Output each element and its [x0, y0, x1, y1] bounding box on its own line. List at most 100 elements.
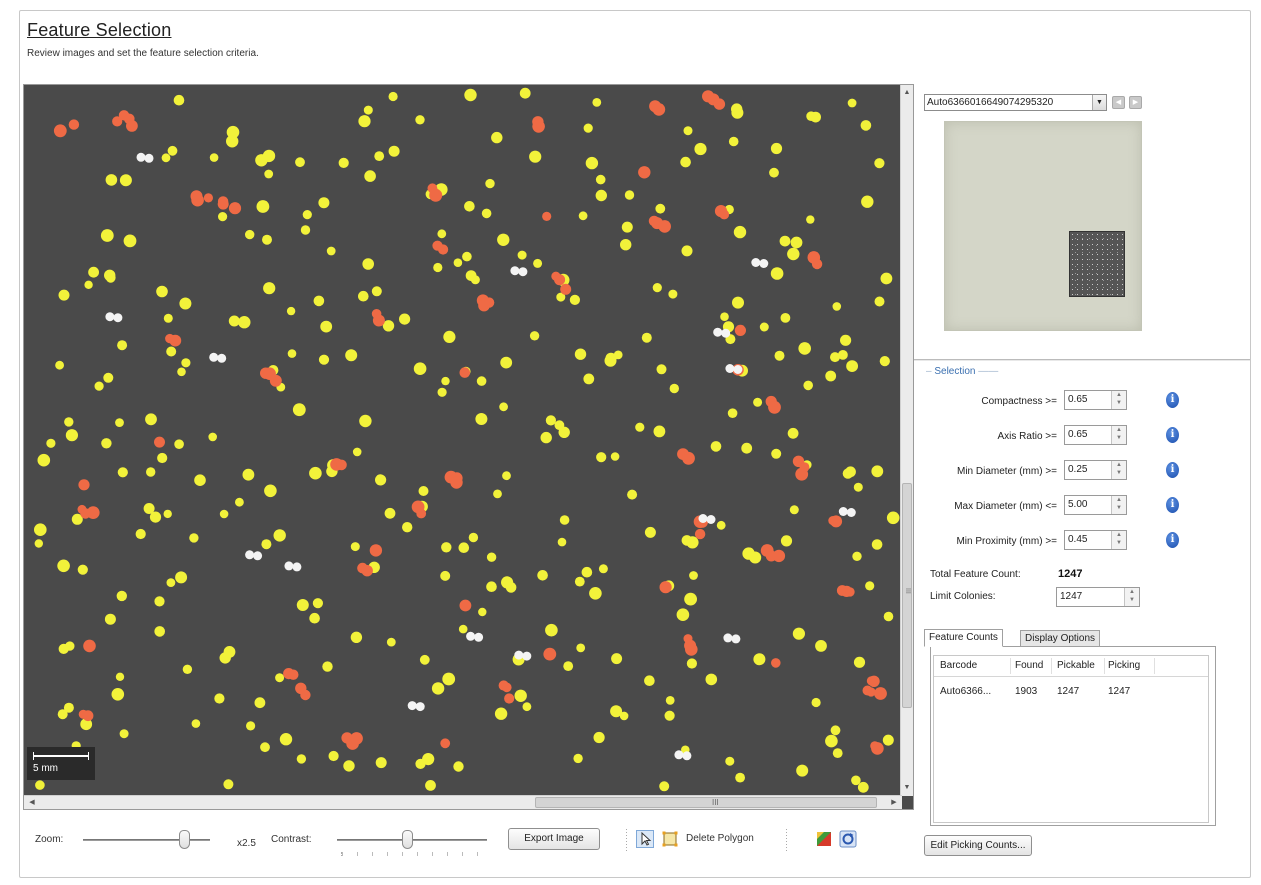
colony-rejected: [154, 436, 165, 448]
vertical-scroll-grip: III: [904, 588, 911, 594]
colony-selected: [191, 719, 201, 728]
table-cell-picking[interactable]: 1247: [1108, 686, 1130, 697]
colony-rejected: [361, 565, 373, 577]
colony-selected: [874, 158, 885, 169]
colony-selected: [465, 270, 477, 281]
limit-colonies-spinner[interactable]: 1247 ▲ ▼: [1056, 587, 1140, 607]
polygon-icon[interactable]: [661, 830, 679, 848]
colony-selected: [371, 286, 382, 297]
colony-selected: [362, 258, 375, 270]
page-title: Feature Selection: [27, 20, 172, 40]
column-header-pickable[interactable]: Pickable: [1057, 660, 1095, 671]
colony-excluded: [144, 153, 154, 163]
max-diameter-value: 5.00: [1068, 499, 1088, 510]
scroll-up-arrow-icon[interactable]: ▲: [901, 87, 913, 99]
spinner-arrows-icon[interactable]: ▲ ▼: [1124, 588, 1139, 606]
max-diameter-spinner[interactable]: 5.00 ▲ ▼: [1064, 495, 1127, 515]
table-cell-found[interactable]: 1903: [1015, 686, 1037, 697]
colony-selected: [652, 283, 662, 293]
spinner-arrows-icon[interactable]: ▲ ▼: [1111, 461, 1126, 479]
tab-feature-counts[interactable]: Feature Counts: [924, 629, 1003, 647]
colony-rejected: [638, 166, 651, 179]
spinner-arrows-icon[interactable]: ▲ ▼: [1111, 426, 1126, 444]
colony-selected: [569, 294, 581, 305]
colony-selected: [181, 358, 191, 368]
colony-selected: [363, 105, 373, 115]
colony-selected: [611, 653, 623, 665]
image-select-dropdown[interactable]: Auto6366016649074295320 ▼: [924, 94, 1107, 111]
scroll-left-arrow-icon[interactable]: ◀: [26, 796, 38, 809]
color-map-icon[interactable]: [815, 830, 833, 848]
colony-selected: [852, 551, 862, 561]
axis-ratio-spinner[interactable]: 0.65 ▲ ▼: [1064, 425, 1127, 445]
column-header-barcode[interactable]: Barcode: [940, 660, 977, 671]
vertical-scrollbar[interactable]: ▲ III ▼: [900, 85, 913, 796]
colony-excluded: [759, 259, 769, 268]
image-viewer[interactable]: ▲ III ▼ ◀ III ▶: [23, 84, 914, 810]
vertical-scroll-thumb[interactable]: [902, 483, 912, 708]
colony-selected: [825, 734, 838, 748]
min-proximity-value: 0.45: [1068, 534, 1088, 545]
scroll-down-arrow-icon[interactable]: ▼: [901, 782, 913, 794]
edit-picking-counts-button[interactable]: Edit Picking Counts...: [924, 835, 1032, 856]
min-diameter-spinner[interactable]: 0.25 ▲ ▼: [1064, 460, 1127, 480]
colony-selected: [789, 505, 799, 515]
colony-selected: [653, 425, 666, 438]
export-image-button[interactable]: Export Image: [508, 828, 600, 850]
colony-selected: [669, 383, 679, 394]
colony-rejected: [682, 451, 695, 465]
info-icon[interactable]: i: [1166, 532, 1179, 548]
info-icon[interactable]: i: [1166, 497, 1179, 513]
previous-image-icon[interactable]: ◀: [1112, 96, 1125, 109]
colony-selected: [235, 497, 244, 507]
plate-thumbnail[interactable]: [944, 121, 1142, 331]
delete-polygon-button[interactable]: Delete Polygon: [686, 833, 754, 844]
next-image-icon[interactable]: ▶: [1129, 96, 1142, 109]
spinner-arrows-icon[interactable]: ▲ ▼: [1111, 496, 1126, 514]
horizontal-scrollbar[interactable]: ◀ III ▶: [24, 795, 902, 809]
colony-selected: [338, 157, 349, 168]
zoom-slider-thumb[interactable]: [179, 830, 190, 849]
chevron-down-icon[interactable]: ▼: [1092, 95, 1106, 110]
colony-selected: [522, 702, 532, 712]
colony-image[interactable]: [24, 85, 902, 796]
colony-selected: [585, 156, 599, 170]
colony-selected: [886, 511, 900, 525]
colony-rejected: [86, 506, 100, 519]
min-proximity-spinner[interactable]: 0.45 ▲ ▼: [1064, 530, 1127, 550]
colony-selected: [774, 350, 785, 361]
info-icon[interactable]: i: [1166, 462, 1179, 478]
info-icon[interactable]: i: [1166, 392, 1179, 408]
colony-selected: [619, 711, 629, 721]
table-cell-barcode[interactable]: Auto6366...: [940, 686, 991, 697]
spinner-arrows-icon[interactable]: ▲ ▼: [1111, 391, 1126, 409]
colony-rejected: [429, 187, 439, 197]
zoom-slider-track[interactable]: [83, 839, 210, 841]
colony-selected: [419, 654, 430, 665]
colony-selected: [194, 474, 206, 487]
info-icon[interactable]: i: [1166, 427, 1179, 443]
refresh-icon[interactable]: [839, 830, 857, 848]
table-cell-pickable[interactable]: 1247: [1057, 686, 1079, 697]
column-header-picking[interactable]: Picking: [1108, 660, 1140, 671]
column-header-found[interactable]: Found: [1015, 660, 1043, 671]
colony-selected: [295, 157, 305, 168]
colony-selected: [576, 643, 586, 653]
colony-selected: [223, 779, 234, 790]
colony-selected: [350, 542, 360, 552]
compactness-spinner[interactable]: 0.65 ▲ ▼: [1064, 390, 1127, 410]
scroll-right-arrow-icon[interactable]: ▶: [888, 796, 900, 809]
colony-excluded: [723, 633, 733, 643]
colony-selected: [533, 258, 543, 268]
spinner-arrows-icon[interactable]: ▲ ▼: [1111, 531, 1126, 549]
colony-selected: [665, 696, 675, 705]
colony-selected: [500, 356, 513, 369]
contrast-slider-thumb[interactable]: [402, 830, 413, 849]
colony-selected: [37, 453, 51, 467]
colony-selected: [545, 623, 558, 637]
viewport-region-indicator[interactable]: [1069, 231, 1125, 297]
pointer-icon[interactable]: [636, 830, 654, 848]
colony-rejected: [440, 738, 451, 749]
horizontal-scroll-thumb[interactable]: III: [535, 797, 877, 808]
colony-selected: [441, 542, 452, 553]
